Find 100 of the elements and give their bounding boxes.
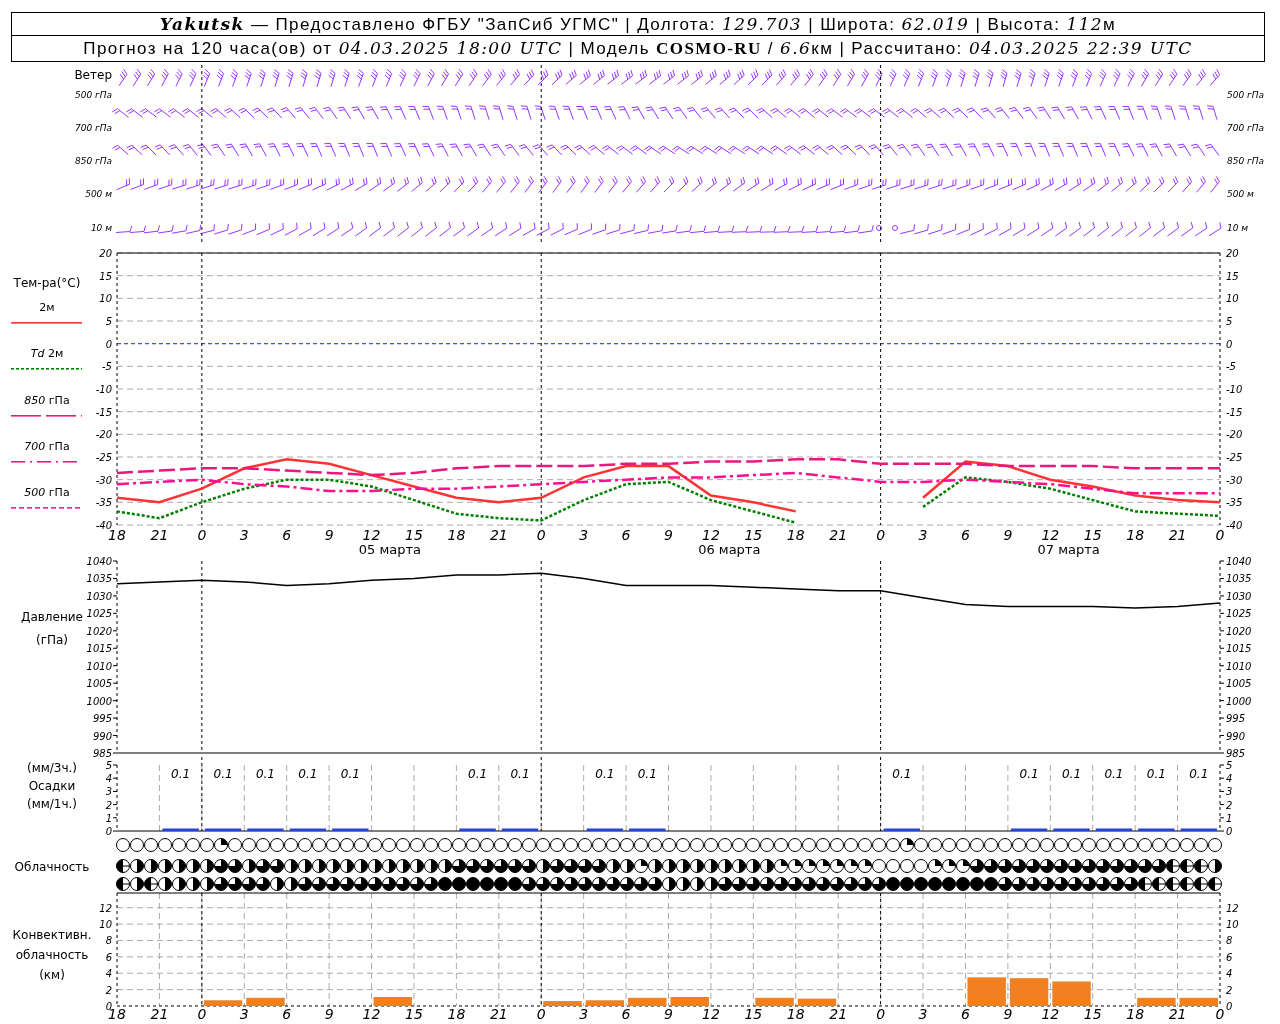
cloud-cover-icon (158, 838, 172, 852)
precipitation-value: 0.1 (171, 767, 191, 781)
tick-label: 2 (1226, 984, 1233, 996)
cloud-cover-icon (1026, 838, 1040, 852)
cloud-cover-icon (676, 859, 690, 873)
tick-label: 15 (99, 270, 112, 282)
cloud-cover-icon (928, 838, 942, 852)
cloud-cover-icon (214, 838, 228, 852)
tick-label: 12 (99, 902, 112, 914)
tick-label: 995 (92, 713, 112, 725)
hour-label: 3 (579, 527, 589, 543)
cloud-cover-icon (130, 859, 144, 873)
cloud-cover-icon (970, 838, 984, 852)
tick-label: 5 (105, 316, 112, 327)
level-label: 500 м (85, 189, 112, 199)
level-label: 500 м (1227, 189, 1254, 199)
tick-label: -40 (1226, 520, 1243, 531)
cloud-cover-icon (312, 859, 326, 873)
precipitation-value: 0.1 (637, 767, 657, 781)
cloud-cover-icon (200, 838, 214, 852)
tick-label: 3 (1226, 786, 1233, 798)
tick-label: 4 (105, 773, 112, 785)
precipitation-bar (586, 828, 624, 831)
precipitation-bar (204, 828, 242, 831)
cloud-cover-icon (648, 859, 662, 873)
cloud-cover-icon (480, 838, 494, 852)
hour-label: 9 (664, 1006, 673, 1022)
tick-label: 1040 (86, 556, 112, 567)
precipitation-bar (247, 828, 284, 831)
level-label: 10 м (90, 223, 112, 233)
cloud-cover-icon (844, 838, 858, 852)
hour-label: 18 (1126, 1006, 1145, 1022)
hour-label: 9 (324, 1006, 334, 1022)
hour-label: 21 (1168, 527, 1187, 543)
cloud-cover-icon (396, 838, 410, 852)
hour-label: 9 (1003, 527, 1013, 543)
cloud-cover-icon (116, 838, 130, 852)
hour-label: 18 (1126, 527, 1145, 543)
tick-label: 1015 (1226, 643, 1252, 655)
cloud-cover-icon (774, 838, 788, 852)
precipitation-bar (289, 828, 327, 831)
cloud-cover-icon (340, 838, 354, 852)
cloud-cover-icon (914, 838, 928, 852)
convective-cloud-bar (373, 997, 412, 1006)
tick-label: 1015 (86, 643, 112, 655)
legend-label: 500 гПа (23, 485, 71, 501)
cloud-cover-icon (676, 838, 690, 852)
tick-label: -10 (1226, 384, 1243, 395)
cloud-cover-icon (690, 859, 704, 873)
cloud-cover-icon (844, 859, 858, 873)
hour-label: 18 (786, 1006, 805, 1022)
hour-label: 18 (447, 527, 466, 543)
hour-label: 9 (664, 527, 673, 543)
tick-label: 1000 (1226, 695, 1252, 707)
cloud-cover-icon (270, 838, 284, 852)
hour-label: 21 (150, 527, 169, 543)
hour-label: 9 (324, 527, 334, 543)
cloud-cover-icon (116, 859, 130, 873)
panel-label: (мм/3ч.) (26, 761, 78, 775)
cloud-cover-icon (1096, 838, 1110, 852)
cloud-cover-icon (746, 859, 760, 873)
tick-label: 10 (1226, 919, 1239, 931)
precipitation-bar (459, 828, 496, 831)
cloud-cover-icon (354, 838, 368, 852)
tick-label: 0 (1226, 826, 1233, 837)
hour-label: 3 (579, 1006, 589, 1022)
hour-label: 6 (621, 527, 631, 543)
cloud-cover-icon (144, 838, 158, 852)
cloud-cover-icon (900, 838, 914, 852)
cloud-cover-icon (186, 838, 200, 852)
tick-label: 985 (92, 748, 112, 759)
cloud-cover-icon (326, 859, 340, 873)
tick-label: 1035 (1226, 573, 1252, 585)
tick-label: 1010 (86, 660, 112, 672)
tick-label: -15 (95, 406, 112, 418)
panel-label: Тем-ра(°C) (13, 276, 81, 290)
cloud-cover-icon (1208, 859, 1222, 873)
legend-label: 850 гПа (23, 393, 71, 409)
legend-label: 2м (38, 300, 56, 316)
cloud-cover-icon (788, 859, 802, 873)
precipitation-value: 0.1 (1146, 767, 1166, 781)
cloud-cover-icon (1012, 859, 1026, 873)
hour-label: 21 (489, 527, 508, 543)
cloud-cover-icon (368, 859, 382, 873)
hour-label: 15 (744, 527, 763, 543)
cloud-cover-icon (368, 838, 382, 852)
cloud-cover-icon (1166, 838, 1180, 852)
convective-cloud-bar (543, 1001, 582, 1006)
tick-label: -15 (1226, 406, 1243, 418)
cloud-cover-icon (830, 838, 844, 852)
cloud-cover-icon (956, 838, 970, 852)
cloud-cover-icon (1082, 838, 1096, 852)
cloud-cover-icon (144, 859, 158, 873)
tick-label: 1005 (1226, 678, 1252, 690)
cloud-cover-icon (1208, 838, 1222, 852)
hour-label: 3 (918, 527, 928, 543)
tick-label: 1005 (86, 678, 112, 690)
cloud-cover-icon (256, 838, 270, 852)
tick-label: 6 (105, 951, 112, 963)
convective-cloud-bar (1179, 997, 1218, 1006)
